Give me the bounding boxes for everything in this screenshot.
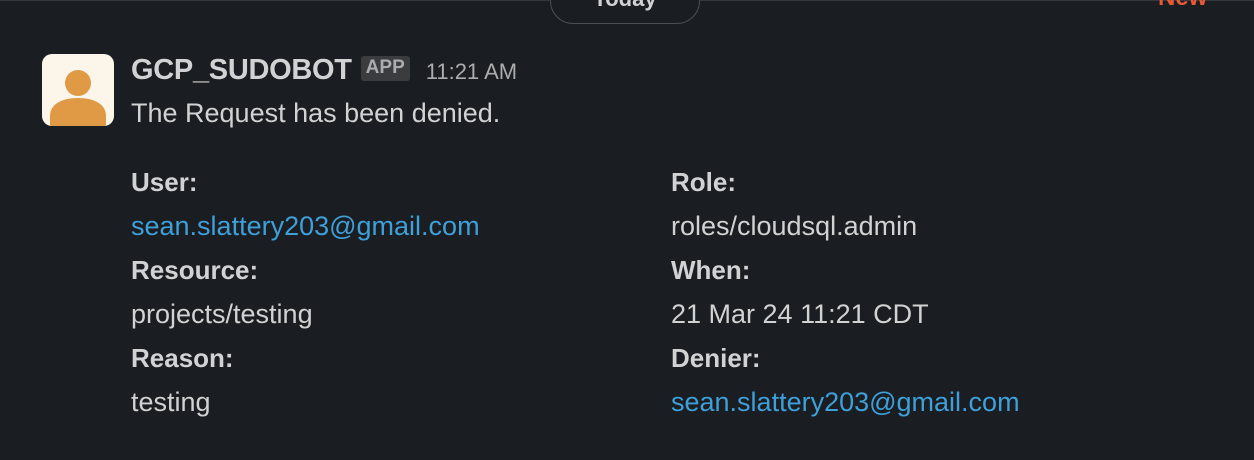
field-reason-value: testing <box>131 387 211 417</box>
app-badge: APP <box>360 55 410 81</box>
user-avatar-icon[interactable] <box>42 54 114 126</box>
field-user-email-link[interactable]: sean.slattery203@gmail.com <box>131 204 480 248</box>
field-role-label: Role: <box>671 167 736 197</box>
field-denier: Denier: sean.slattery203@gmail.com <box>671 336 1020 424</box>
new-messages-marker: New <box>1158 0 1207 10</box>
field-resource-label: Resource: <box>131 255 259 285</box>
field-reason: Reason: testing <box>131 336 234 424</box>
day-divider-button[interactable]: Today <box>550 0 700 24</box>
field-when-value: 21 Mar 24 11:21 CDT <box>671 299 929 329</box>
message-header: GCP_SUDOBOT APP 11:21 AM <box>131 52 517 88</box>
field-resource-value: projects/testing <box>131 299 313 329</box>
field-when-label: When: <box>671 255 751 285</box>
field-denier-email-link[interactable]: sean.slattery203@gmail.com <box>671 380 1020 424</box>
field-denier-label: Denier: <box>671 343 761 373</box>
field-role-value: roles/cloudsql.admin <box>671 211 918 241</box>
field-when: When: 21 Mar 24 11:21 CDT <box>671 248 929 336</box>
message-timestamp[interactable]: 11:21 AM <box>426 59 517 85</box>
field-resource: Resource: projects/testing <box>131 248 313 336</box>
field-role: Role: roles/cloudsql.admin <box>671 160 917 248</box>
message-text: The Request has been denied. <box>131 98 501 128</box>
sender-name[interactable]: GCP_SUDOBOT <box>131 54 352 87</box>
field-reason-label: Reason: <box>131 343 234 373</box>
field-user-label: User: <box>131 167 198 197</box>
field-user: User: sean.slattery203@gmail.com <box>131 160 480 248</box>
message-item[interactable]: GCP_SUDOBOT APP 11:21 AM The Request has… <box>0 40 1254 460</box>
